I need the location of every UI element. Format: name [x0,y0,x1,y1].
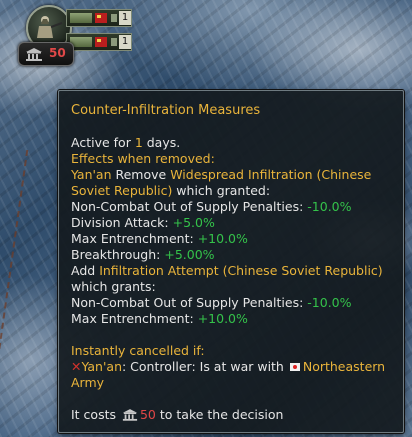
political-power-icon [122,409,138,421]
decision-tooltip: Counter-Infiltration Measures Active for… [58,90,404,433]
cost-value: 50 [139,407,156,422]
cross-icon: ✕ [71,359,82,374]
flag-icon [289,363,300,371]
effects-header: Effects when removed: [71,151,215,166]
modifier-row: Max Entrenchment: +10.0% [71,311,248,326]
unit-count: 1 [119,35,131,49]
add-grants: which grants: [71,279,156,294]
unit-row-1[interactable]: 1 [66,9,132,27]
cancel-header: Instantly cancelled if: [71,343,205,358]
political-power-chip[interactable]: 50 [18,42,74,66]
remove-line: Yan'an Remove Widespread Infiltration (C… [71,167,372,182]
cancel-condition-2: Army [71,375,105,390]
flag-icon [95,13,107,23]
flag-icon [95,37,107,47]
tooltip-title: Counter-Infiltration Measures [71,103,261,118]
active-days: 1 [134,135,143,150]
add-line: Add Infiltration Attempt (Chinese Soviet… [71,263,383,278]
unit-count: 1 [119,11,131,25]
modifier-row: Division Attack: +5.0% [71,215,215,230]
remove-line-2: Soviet Republic) which granted: [71,183,271,198]
unit-row-2[interactable]: 1 [66,33,132,51]
political-power-value: 50 [49,46,66,60]
unit-strength-bar [70,13,92,23]
unit-type-icon [111,14,117,22]
modifier-row: Non-Combat Out of Supply Penalties: -10.… [71,295,352,310]
cancel-condition: ✕Yan'an: Controller: Is at war with Nort… [71,359,386,374]
modifier-row: Non-Combat Out of Supply Penalties: -10.… [71,199,352,214]
modifier-row: Max Entrenchment: +10.0% [71,231,248,246]
unit-type-icon [111,38,117,46]
active-line: Active for 1 days. [71,135,181,150]
modifier-row: Breakthrough: +5.00% [71,247,215,262]
cost-line: It costs 50 to take the decision [71,407,284,422]
political-power-icon [26,48,42,61]
